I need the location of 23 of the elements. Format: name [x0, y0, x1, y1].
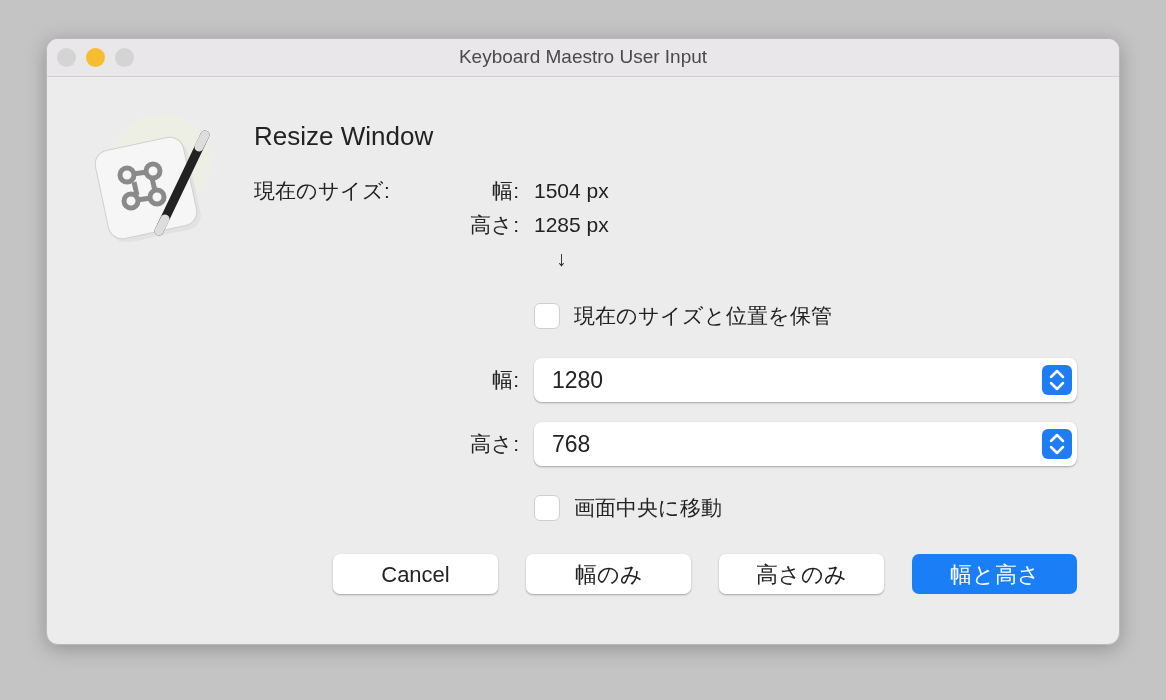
- checkbox-label: 現在のサイズと位置を保管: [574, 303, 832, 330]
- stepper-arrows-icon[interactable]: [1042, 365, 1072, 395]
- window-control-icon[interactable]: [86, 48, 105, 67]
- checkbox[interactable]: [534, 303, 560, 329]
- dialog-button[interactable]: 幅のみ: [526, 554, 691, 594]
- checkbox[interactable]: [534, 495, 560, 521]
- window-title: Keyboard Maestro User Input: [458, 45, 708, 70]
- stepper-arrows-icon[interactable]: [1042, 429, 1072, 459]
- checkbox-label: 画面中央に移動: [574, 495, 722, 522]
- current-size-label: 現在のサイズ:: [254, 178, 390, 205]
- dimension-value: 1285 px: [534, 212, 609, 239]
- number-field[interactable]: 768: [534, 422, 1077, 466]
- number-field[interactable]: 1280: [534, 358, 1077, 402]
- field-label: 高さ:: [470, 431, 519, 458]
- dialog-heading: Resize Window: [254, 120, 435, 153]
- field-label: 幅:: [492, 367, 519, 394]
- arrow-down: ↓: [556, 246, 567, 273]
- dialog-button[interactable]: 幅と高さ: [912, 554, 1077, 594]
- dialog-button[interactable]: Cancel: [333, 554, 498, 594]
- dimension-label: 幅:: [492, 178, 519, 205]
- dimension-label: 高さ:: [470, 212, 519, 239]
- dimension-value: 1504 px: [534, 178, 609, 205]
- dialog-button[interactable]: 高さのみ: [719, 554, 884, 594]
